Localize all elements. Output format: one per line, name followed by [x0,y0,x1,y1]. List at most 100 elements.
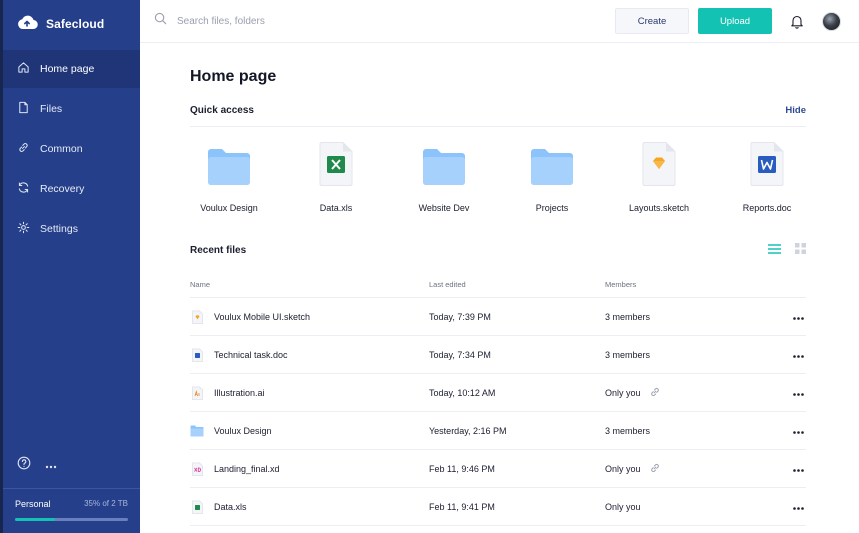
folder-icon [530,148,574,191]
sidebar-item-files[interactable]: Files [3,90,140,128]
sketch-file-icon [190,310,204,324]
sidebar-footer: Personal 35% of 2 TB [3,448,140,533]
sidebar-item-common[interactable]: Common [3,130,140,168]
quick-access-label: Voulux Design [200,203,258,213]
table-row[interactable]: Voulux Mobile UI.sketch Today, 7:39 PM 3… [190,298,806,336]
cloud-logo-icon [16,14,38,35]
folder-icon [190,425,204,437]
search-icon [154,12,167,30]
quick-access-item[interactable]: Layouts.sketch [614,142,704,213]
file-name: Landing_final.xd [214,463,280,474]
sidebar-item-home-page[interactable]: Home page [3,50,140,88]
view-toggle [768,241,806,259]
brand[interactable]: Safecloud [3,0,140,48]
page-title: Home page [190,68,277,85]
folder-icon [422,148,466,191]
members: 3 members [605,349,651,360]
link-icon [17,141,30,157]
quick-access-label: Data.xls [319,203,353,213]
storage-bar-fill [15,518,55,521]
quick-access-item[interactable]: Website Dev [399,147,489,213]
members: Only you [605,387,641,398]
file-name: Data.xls [214,501,247,512]
sidebar-item-recovery[interactable]: Recovery [3,170,140,208]
bell-icon[interactable] [790,14,804,29]
storage-plan: Personal [15,499,51,509]
last-edited: Today, 7:34 PM [429,349,491,360]
column-name-header[interactable]: Name [190,280,429,289]
last-edited: Today, 10:12 AM [429,387,496,398]
last-edited: Today, 7:39 PM [429,311,491,322]
recent-files-title: Recent files [190,244,247,256]
more-options-icon[interactable] [793,388,804,398]
members: Only you [605,501,641,512]
folder-icon [207,148,251,191]
quick-access-item[interactable]: Data.xls [291,142,381,213]
more-dots-icon[interactable] [45,456,57,474]
file-name: Voulux Mobile UI.sketch [214,311,311,322]
xls-file-icon [190,500,204,514]
more-options-icon[interactable] [793,312,804,322]
more-options-icon[interactable] [793,426,804,436]
upload-button[interactable]: Upload [698,8,772,34]
xls-file-icon [319,142,353,191]
xd-file-icon [190,462,204,476]
more-options-icon[interactable] [793,502,804,512]
quick-access-item[interactable]: Voulux Design [184,147,274,213]
hide-link[interactable]: Hide [785,105,806,116]
help-icon[interactable] [17,456,31,475]
avatar[interactable] [822,11,841,31]
sidebar: Safecloud Home page Files Common Recover… [0,0,140,533]
quick-access-grid: Voulux Design Data.xls Website Dev Proje… [190,127,806,223]
table-row[interactable]: Voulux Design Yesterday, 2:16 PM 3 membe… [190,412,806,450]
sidebar-item-label: Settings [40,223,78,235]
table-row[interactable]: Landing_final.xd Feb 11, 9:46 PM Only yo… [190,450,806,488]
gear-icon [17,221,30,237]
sidebar-item-label: Common [40,143,83,155]
members: 3 members [605,311,651,322]
brand-name: Safecloud [46,17,105,31]
quick-access-label: Layouts.sketch [628,203,690,213]
column-edited-header[interactable]: Last edited [429,280,605,289]
quick-access-title: Quick access [190,105,254,116]
ai-file-icon [190,386,204,400]
refresh-icon [17,181,30,197]
link-icon[interactable] [649,462,661,476]
quick-access-item[interactable]: Projects [507,147,597,213]
quick-access-item[interactable]: Reports.doc [722,142,812,213]
main-content: Home page Quick access Hide Voulux Desig… [190,43,806,526]
members: Only you [605,463,641,474]
table-row[interactable]: Technical task.doc Today, 7:34 PM 3 memb… [190,336,806,374]
topbar: Create Upload [140,0,859,43]
last-edited: Yesterday, 2:16 PM [429,425,507,436]
sidebar-item-label: Files [40,103,63,115]
grid-view-icon[interactable] [795,241,806,259]
more-options-icon[interactable] [793,350,804,360]
more-options-icon[interactable] [793,464,804,474]
search [140,12,615,30]
doc-file-icon [750,142,784,191]
file-name: Voulux Design [214,425,272,436]
quick-access-label: Reports.doc [742,203,792,213]
doc-file-icon [190,348,204,362]
sidebar-item-settings[interactable]: Settings [3,210,140,248]
last-edited: Feb 11, 9:46 PM [429,463,495,474]
quick-access-header: Quick access Hide [190,105,806,127]
storage-used: 35% of 2 TB [84,499,128,508]
column-members-header[interactable]: Members [605,280,781,289]
quick-access-label: Projects [535,203,569,213]
recent-files-table: Name Last edited Members Voulux Mobile U… [190,272,806,526]
list-view-icon[interactable] [768,241,781,259]
file-icon [17,101,30,117]
sidebar-item-label: Recovery [40,183,85,195]
file-name: Technical task.doc [214,349,288,360]
link-icon[interactable] [649,386,661,400]
table-header: Name Last edited Members [190,272,806,298]
table-row[interactable]: Illustration.ai Today, 10:12 AM Only you [190,374,806,412]
storage-panel: Personal 35% of 2 TB [3,489,140,533]
create-button[interactable]: Create [615,8,689,34]
recent-files-header: Recent files [190,241,806,259]
search-input[interactable] [177,15,397,27]
sidebar-item-label: Home page [40,63,95,75]
table-row[interactable]: Data.xls Feb 11, 9:41 PM Only you [190,488,806,526]
